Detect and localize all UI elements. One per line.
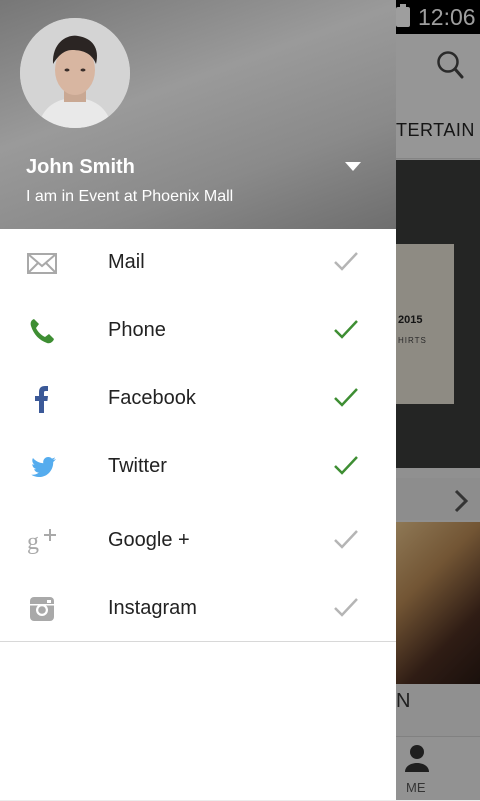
profile-status: I am in Event at Phoenix Mall	[26, 188, 234, 205]
menu-item-facebook[interactable]: Facebook	[0, 365, 396, 433]
check-icon[interactable]	[332, 385, 360, 409]
menu-item-mail[interactable]: Mail	[0, 229, 396, 297]
account-dropdown-icon[interactable]	[345, 162, 361, 171]
svg-text:g: g	[27, 529, 39, 555]
check-icon[interactable]	[332, 249, 360, 273]
profile-name: John Smith	[26, 156, 135, 178]
google-plus-icon: g	[27, 529, 56, 555]
mail-icon	[27, 253, 57, 274]
menu-item-label: Mail	[108, 251, 145, 273]
drawer-header: John Smith I am in Event at Phoenix Mall	[0, 0, 396, 229]
facebook-icon	[35, 386, 48, 413]
menu-item-label: Twitter	[108, 455, 167, 477]
instagram-icon	[30, 597, 54, 621]
menu-item-instagram[interactable]: Instagram	[0, 575, 396, 643]
twitter-icon	[31, 457, 56, 477]
menu-divider	[0, 641, 396, 642]
menu-item-label: Instagram	[108, 597, 197, 619]
check-icon[interactable]	[332, 595, 360, 619]
menu-item-label: Google +	[108, 529, 190, 551]
phone-icon	[30, 319, 54, 344]
menu-item-label: Phone	[108, 319, 166, 341]
menu-item-label: Facebook	[108, 387, 196, 409]
menu-item-google-plus[interactable]: g Google +	[0, 507, 396, 575]
check-icon[interactable]	[332, 527, 360, 551]
check-icon[interactable]	[332, 453, 360, 477]
avatar[interactable]	[20, 18, 130, 128]
navigation-drawer: John Smith I am in Event at Phoenix Mall…	[0, 0, 396, 800]
menu-item-phone[interactable]: Phone	[0, 297, 396, 365]
menu-item-twitter[interactable]: Twitter	[0, 433, 396, 501]
check-icon[interactable]	[332, 317, 360, 341]
